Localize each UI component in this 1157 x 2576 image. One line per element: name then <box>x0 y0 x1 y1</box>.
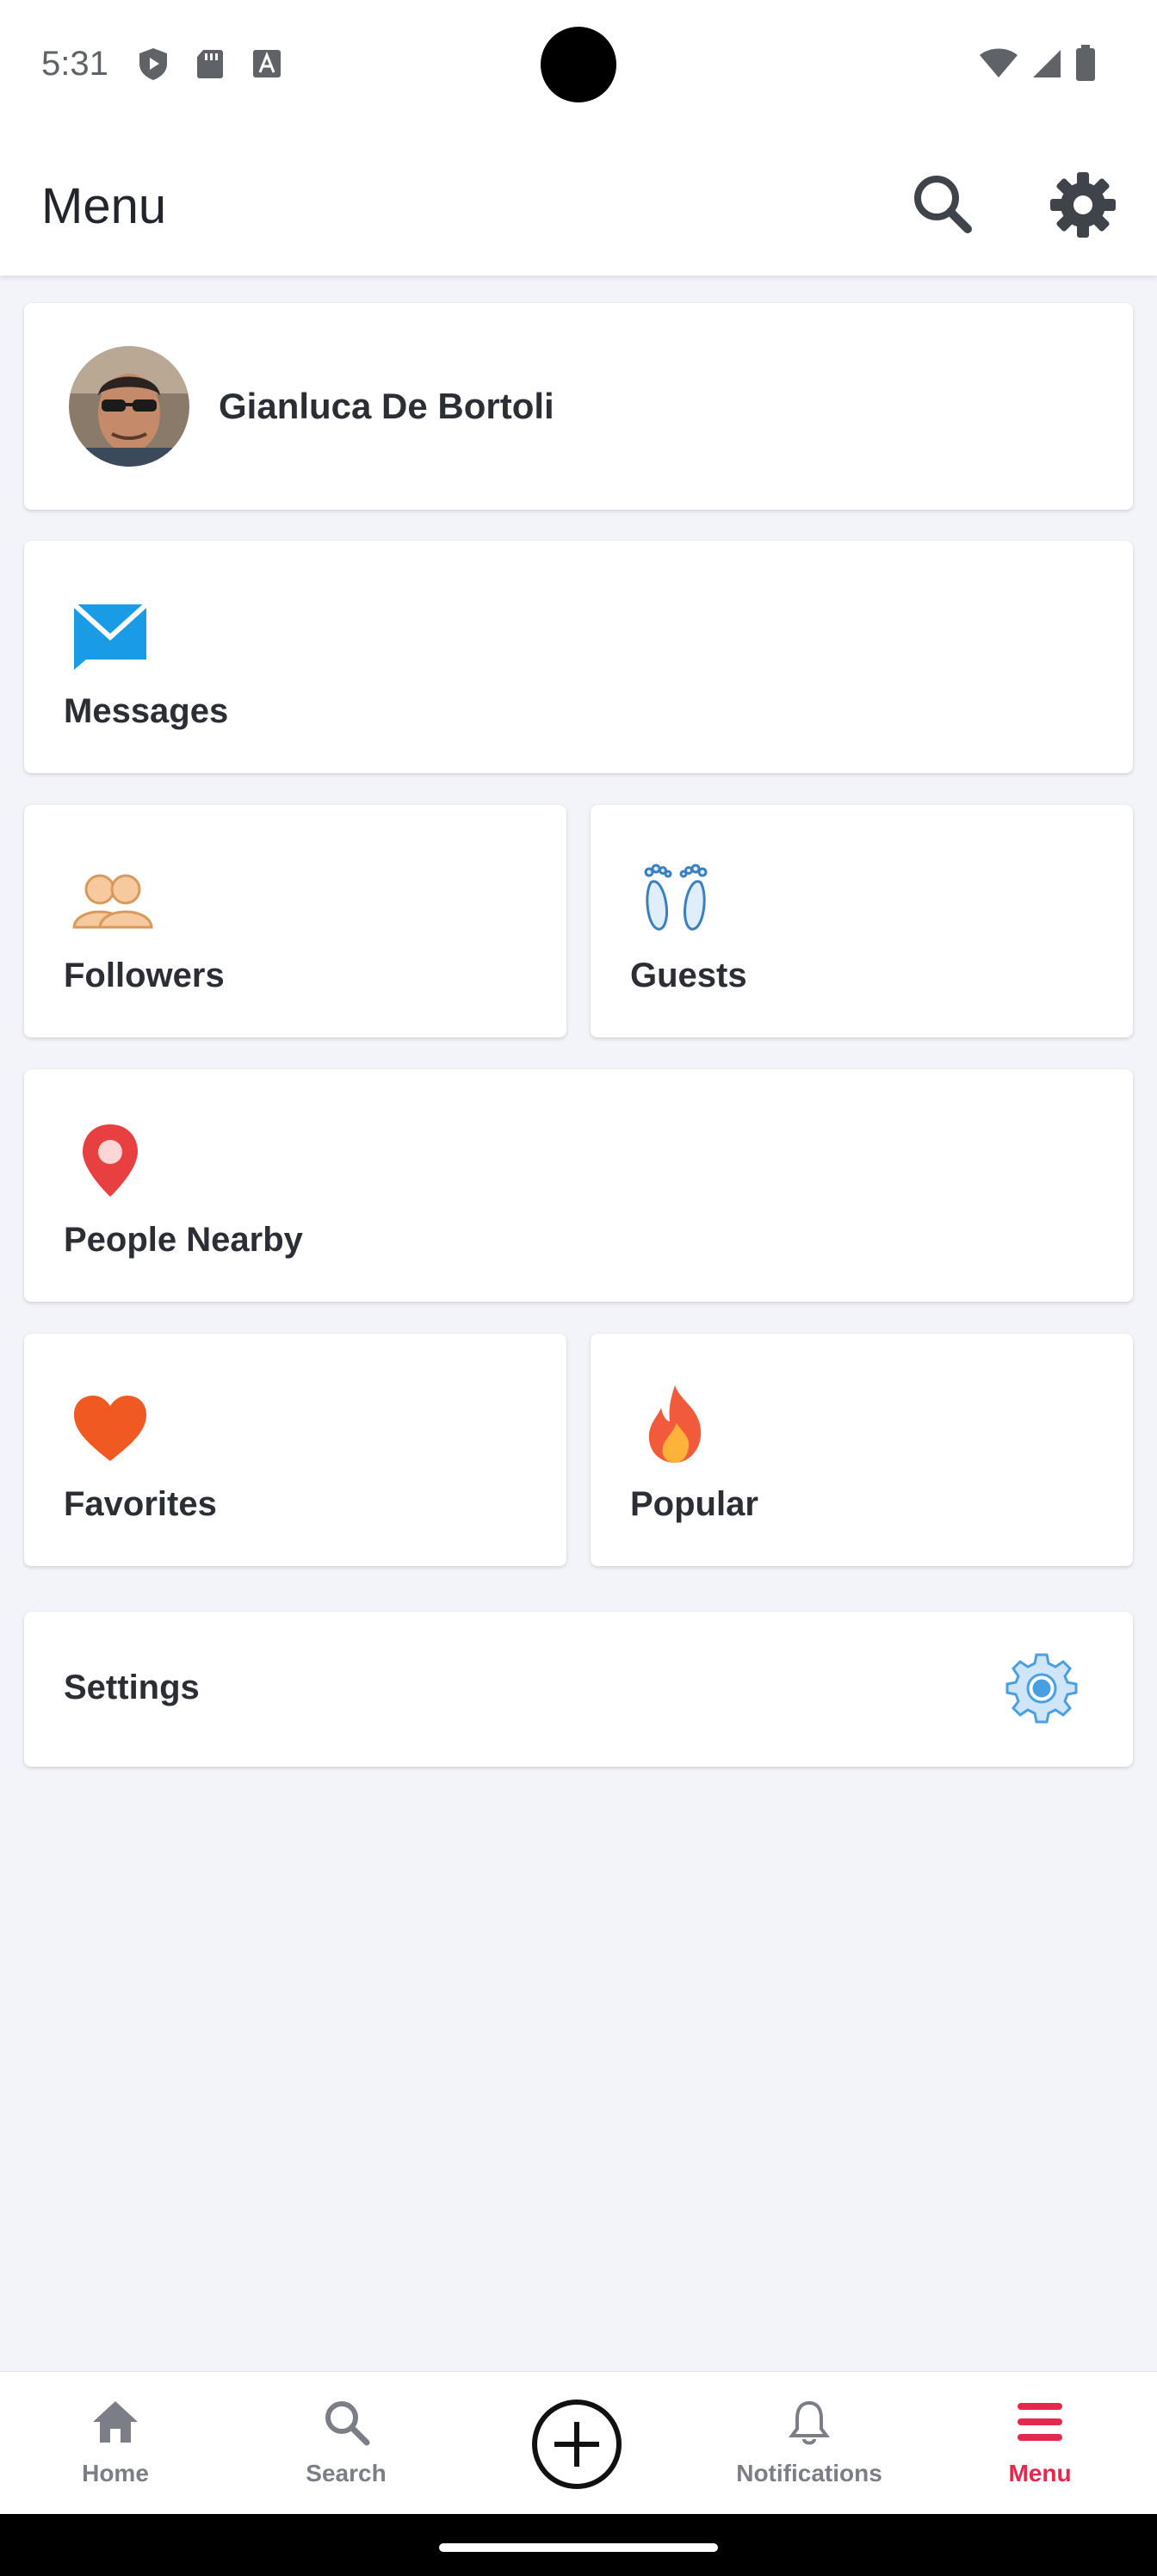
settings-card[interactable]: Settings <box>24 1612 1133 1767</box>
popular-card[interactable]: Popular <box>591 1334 1133 1566</box>
page-title: Menu <box>41 178 167 234</box>
screen: 5:31 Menu Gianluca De Bortoli Messages F… <box>0 0 1157 2576</box>
status-icons-left <box>134 45 286 83</box>
hamburger-icon <box>1018 2403 1062 2441</box>
add-circle-icon <box>532 2400 622 2489</box>
settings-button[interactable] <box>1047 169 1119 241</box>
wifi-icon <box>978 46 1019 85</box>
avatar <box>69 346 189 467</box>
flame-icon <box>635 1382 718 1464</box>
cellular-signal-icon <box>1030 46 1064 85</box>
app-bar: Menu <box>0 138 1157 276</box>
system-gesture-bar <box>0 2514 1157 2576</box>
battery-icon <box>1074 45 1097 87</box>
add-post-button[interactable] <box>530 2398 623 2491</box>
heart-icon <box>69 1387 152 1470</box>
gear-icon <box>1050 172 1116 238</box>
guests-card[interactable]: Guests <box>591 805 1133 1037</box>
nav-notifications[interactable]: Notifications <box>715 2372 904 2515</box>
sd-card-icon <box>191 45 229 83</box>
location-pin-icon <box>69 1119 152 1202</box>
footprints-icon <box>635 857 718 939</box>
home-gesture-handle[interactable] <box>439 2543 718 2552</box>
messages-label: Messages <box>64 692 229 730</box>
bottom-navigation: Home Search Notifications Menu <box>0 2371 1157 2514</box>
nav-search[interactable]: Search <box>251 2372 441 2515</box>
status-time: 5:31 <box>41 45 108 83</box>
messages-card[interactable]: Messages <box>24 541 1133 773</box>
followers-label: Followers <box>64 957 225 994</box>
shield-play-icon <box>134 45 172 83</box>
popular-label: Popular <box>630 1485 758 1523</box>
favorites-label: Favorites <box>64 1485 217 1523</box>
search-icon <box>914 176 972 233</box>
profile-name: Gianluca De Bortoli <box>219 386 554 426</box>
guests-label: Guests <box>630 957 747 994</box>
settings-label: Settings <box>64 1669 200 1706</box>
settings-gear-icon <box>1005 1651 1078 1724</box>
people-nearby-card[interactable]: People Nearby <box>24 1069 1133 1302</box>
nav-search-label: Search <box>306 2460 387 2486</box>
nav-home[interactable]: Home <box>21 2372 210 2515</box>
profile-card[interactable]: Gianluca De Bortoli <box>24 303 1133 510</box>
people-icon <box>69 857 153 939</box>
home-icon <box>93 2401 138 2443</box>
status-icons-right <box>978 45 1097 87</box>
bell-icon <box>789 2400 830 2445</box>
search-button[interactable] <box>907 169 976 238</box>
people-nearby-label: People Nearby <box>64 1221 303 1259</box>
camera-cutout <box>541 27 616 102</box>
nav-notifications-label: Notifications <box>736 2460 882 2486</box>
envelope-icon <box>69 592 152 675</box>
search-icon <box>325 2401 370 2446</box>
favorites-card[interactable]: Favorites <box>24 1334 566 1566</box>
font-a-icon <box>248 45 286 83</box>
nav-menu-label: Menu <box>1008 2460 1072 2486</box>
nav-home-label: Home <box>82 2460 149 2486</box>
followers-card[interactable]: Followers <box>24 805 566 1037</box>
nav-menu[interactable]: Menu <box>945 2372 1135 2515</box>
status-bar: 5:31 <box>0 0 1157 138</box>
